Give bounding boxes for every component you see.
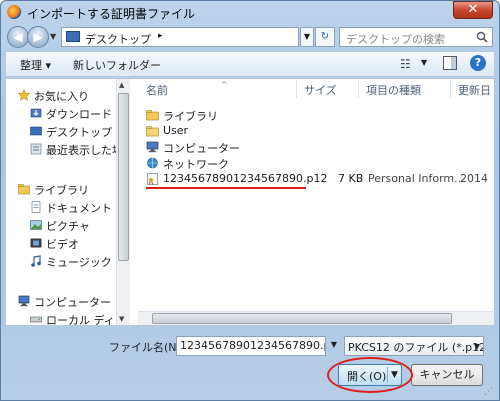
new-folder-button[interactable]: 新しいフォルダー [73,57,161,73]
window-title: インポートする証明書ファイル [27,7,196,21]
chevron-down-icon[interactable]: ▼ [474,342,480,351]
nav-label: ミュージック [46,256,112,269]
search-placeholder: デスクトップの検索 [346,33,445,46]
annotation-circle [327,357,413,393]
disk-icon [30,316,42,323]
column-divider[interactable] [450,80,451,98]
command-toolbar: 整理 ▾ 新しいフォルダー ☷ ▼ ? [5,51,495,77]
file-name: 12345678901234567890.p12 [163,172,328,185]
nav-label: ライブラリ [34,184,89,197]
column-header-date[interactable]: 更新日 [458,82,491,98]
list-item[interactable]: コンピューター [146,139,492,155]
nav-label: ビデオ [46,238,79,251]
list-item[interactable]: 12345678901234567890.p12 7 KB Personal I… [146,171,492,187]
filename-input[interactable]: 12345678901234567890.p12 [176,336,326,356]
address-bar-row: ◀ ▶ ▼ デスクトップ ▸ ▼ ↻ デスクトップの検索 [5,25,495,49]
breadcrumb-desktop[interactable]: デスクトップ [85,31,151,47]
file-name: User [163,124,189,137]
nav-scrollbar[interactable]: ▲ ▼ [116,79,130,325]
view-dropdown-icon[interactable]: ▼ [421,58,427,67]
preview-pane-icon[interactable] [443,56,457,70]
refresh-button[interactable]: ↻ [315,27,335,47]
horizontal-scroll-thumb[interactable] [152,313,452,324]
certificate-file-icon [147,173,158,185]
file-name: ライブラリ [163,110,218,123]
column-header-name-label: 名前 [146,84,168,97]
search-icon[interactable] [476,31,488,43]
desktop-folder-icon [66,31,80,42]
resize-grip-icon[interactable]: ⋰ [484,387,493,397]
content-area: お気に入り ダウンロード デスクトップ 最近表示した場所 ライブラリ ドキュメン… [5,78,495,326]
title-bar[interactable]: インポートする証明書ファイル ✕ [1,1,499,23]
column-header-type[interactable]: 項目の種類 [366,82,421,98]
nav-label: コンピューター [34,296,111,309]
sort-caret-icon: ^ [221,80,228,89]
music-icon [31,255,41,267]
list-item[interactable]: User [146,123,492,139]
nav-label: デスクトップ [46,126,112,139]
filename-label: ファイル名(N): [109,341,185,354]
list-item[interactable]: ライブラリ [146,107,492,123]
back-button[interactable]: ◀ [7,26,29,48]
dialog-footer: ファイル名(N): 12345678901234567890.p12 ▼ PKC… [5,331,495,399]
address-bar[interactable]: デスクトップ ▸ [61,27,299,47]
file-size: 7 KB [338,172,364,185]
star-icon [18,89,30,101]
column-divider[interactable] [358,80,359,98]
computer-icon [146,141,159,153]
file-open-dialog: インポートする証明書ファイル ✕ ◀ ▶ ▼ デスクトップ ▸ ▼ ↻ デスクト… [0,0,500,401]
organize-button[interactable]: 整理 ▾ [20,57,51,73]
close-button[interactable]: ✕ [453,1,493,19]
video-icon [30,238,42,248]
breadcrumb-arrow-icon[interactable]: ▸ [158,31,163,41]
nav-label: ドキュメント [46,202,112,215]
computer-icon [18,295,30,307]
nav-label: お気に入り [34,90,89,103]
file-list-horizontal-scrollbar[interactable] [138,311,494,325]
cancel-button[interactable]: キャンセル [411,364,483,386]
picture-icon [30,220,42,230]
network-icon [147,157,158,169]
column-divider[interactable] [296,80,297,98]
library-folder-icon [146,110,159,121]
help-icon[interactable]: ? [470,55,486,71]
document-icon [31,201,41,213]
recent-icon [30,143,42,155]
file-type-filter-select[interactable]: PKCS12 のファイル (*.p12;*. ▼ [344,336,484,356]
nav-label: ピクチャ [46,220,90,233]
desktop-icon [30,126,42,136]
column-header-size[interactable]: サイズ [304,82,337,98]
view-options-icon[interactable]: ☷ [400,57,411,71]
address-dropdown-button[interactable]: ▼ [300,27,314,47]
scroll-down-icon[interactable]: ▼ [119,315,124,323]
annotation-underline [146,187,306,189]
scroll-up-icon[interactable]: ▲ [119,81,124,89]
navigation-pane: お気に入り ダウンロード デスクトップ 最近表示した場所 ライブラリ ドキュメン… [6,79,130,325]
filename-dropdown-icon[interactable]: ▼ [327,336,341,356]
nav-scroll-thumb[interactable] [118,93,129,261]
nav-label: ダウンロード [46,108,112,121]
recent-pages-dropdown[interactable]: ▼ [50,32,56,41]
column-header-name[interactable]: 名前 ^ [146,80,228,98]
file-type: Personal Inform... [368,172,465,185]
search-input[interactable]: デスクトップの検索 [339,27,493,47]
file-name: コンピューター [163,142,240,155]
file-date: 2014 [460,172,488,185]
file-type-filter-value: PKCS12 のファイル (*.p12;*. [348,341,484,354]
user-folder-icon [146,126,159,137]
download-icon [30,108,42,118]
list-item[interactable]: ネットワーク [146,155,492,171]
forward-button[interactable]: ▶ [27,26,49,48]
file-list-pane: 名前 ^ サイズ 項目の種類 更新日 ライブラリ User コンピューター ネッ… [138,79,494,325]
file-name: ネットワーク [163,158,229,171]
firefox-icon [7,5,21,19]
library-icon [18,184,30,195]
